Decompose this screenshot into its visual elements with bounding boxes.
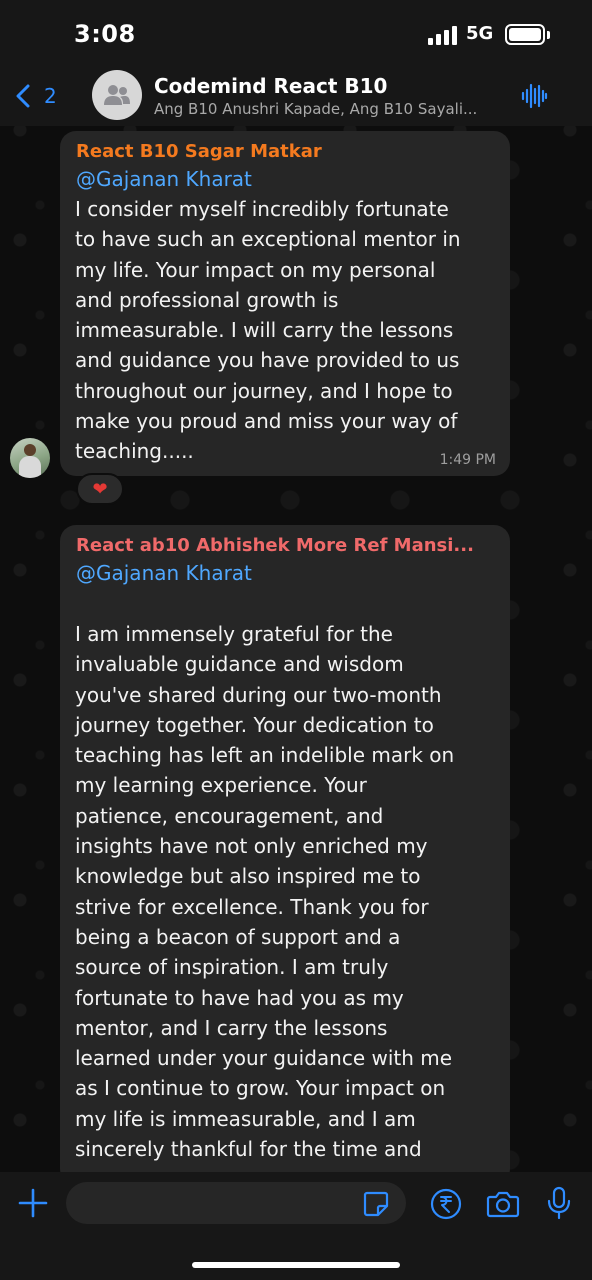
chat-title[interactable]: Codemind React B10 [154,74,387,98]
camera-button[interactable] [486,1188,520,1220]
avatar[interactable] [10,438,50,478]
chat-header: 2 Codemind React B10 Ang B10 Anushri Kap… [0,66,592,126]
mention-link[interactable]: @Gajanan Kharat [76,167,252,191]
camera-icon [486,1188,520,1220]
microphone-icon [546,1186,572,1220]
message-time: 1:49 PM [439,452,496,468]
sticker-button[interactable] [362,1190,390,1218]
attach-button[interactable] [18,1188,48,1218]
sender-name[interactable]: React ab10 Abhishek More Ref Mansi... [76,535,474,556]
battery-icon [505,24,545,45]
audio-call-button[interactable] [520,82,548,110]
plus-icon [18,1188,48,1218]
message-input[interactable] [66,1182,406,1224]
group-people-icon [103,84,131,106]
payment-button[interactable] [430,1188,462,1220]
rupee-icon [430,1188,462,1220]
audio-waveform-icon [520,82,548,110]
heart-icon: ❤ [92,478,108,500]
back-button[interactable]: 2 [12,76,72,116]
message-bubble[interactable]: React ab10 Abhishek More Ref Mansi... @G… [60,525,510,1185]
sender-name[interactable]: React B10 Sagar Matkar [76,141,322,162]
status-bar: 3:08 5G [0,0,592,66]
status-time: 3:08 [74,20,136,48]
mention-link[interactable]: @Gajanan Kharat [76,561,252,585]
message-text: I am immensely grateful for the invaluab… [75,622,455,1162]
chevron-left-icon [12,84,36,108]
message-text: I consider myself incredibly fortunate t… [75,197,461,464]
home-indicator[interactable] [192,1262,400,1268]
unread-count: 2 [44,84,57,108]
message-composer [0,1172,592,1280]
voice-message-button[interactable] [546,1186,572,1220]
reaction-badge[interactable]: ❤ [76,473,124,505]
message-bubble[interactable]: React B10 Sagar Matkar @Gajanan Kharat I… [60,131,510,476]
battery-tip [547,31,550,39]
sticker-icon [362,1190,390,1218]
signal-strength-icon [428,25,460,45]
network-label: 5G [466,23,494,44]
chat-members[interactable]: Ang B10 Anushri Kapade, Ang B10 Sayali..… [154,100,504,118]
group-avatar[interactable] [92,70,142,120]
